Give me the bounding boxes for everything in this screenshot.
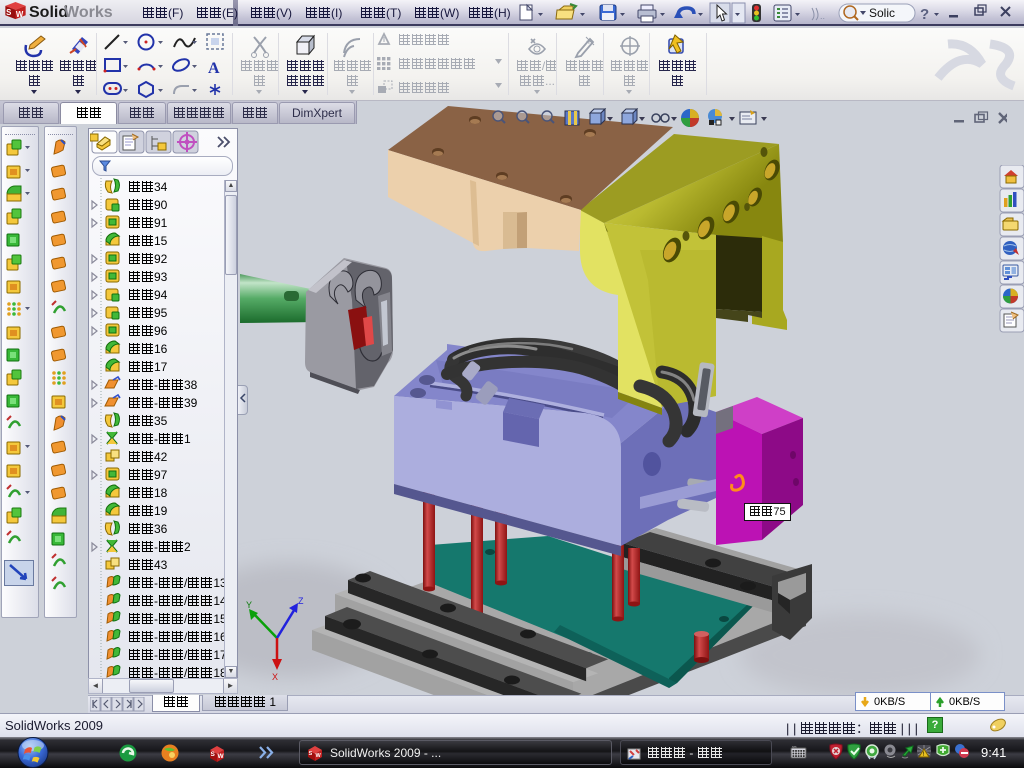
svg-text:X: X (272, 672, 278, 682)
svg-text:A: A (208, 60, 220, 77)
svg-text:S: S (6, 8, 11, 17)
svg-text:W: W (316, 753, 322, 759)
svg-text:W: W (16, 10, 24, 19)
svg-text:Solic: Solic (869, 6, 895, 20)
svg-text:+: + (586, 37, 592, 48)
svg-text:S: S (211, 751, 216, 758)
svg-text:S: S (309, 751, 313, 757)
svg-text:..: .. (820, 11, 825, 21)
svg-text:xxx: xxx (792, 745, 797, 749)
svg-text:?: ? (920, 6, 929, 23)
svg-text:Y: Y (246, 600, 252, 610)
svg-text:Z: Z (298, 596, 304, 606)
svg-text:W: W (218, 753, 225, 760)
